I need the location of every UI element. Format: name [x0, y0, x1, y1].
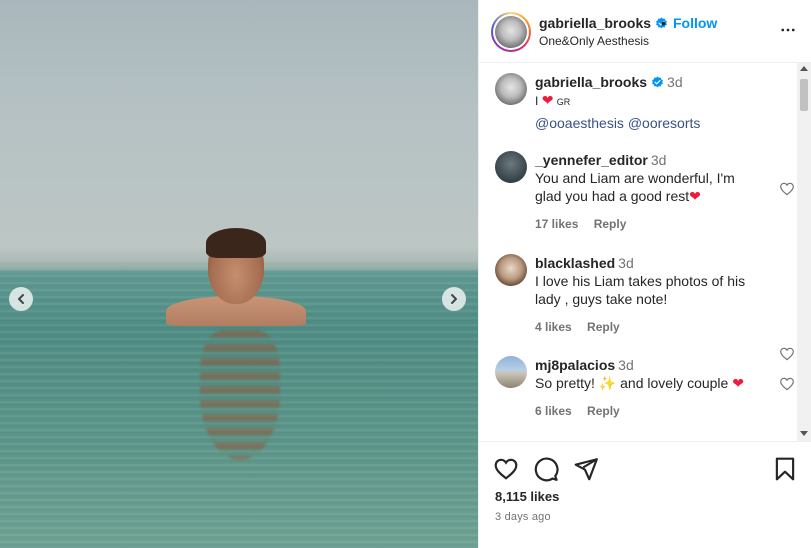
post-side-panel: gabriella_brooks • Follow One&Only Aesth…	[478, 0, 811, 548]
header-username[interactable]: gabriella_brooks	[539, 15, 668, 31]
comment-body: blacklashed 3d I love his Liam takes phot…	[535, 254, 755, 336]
scroll-up-arrow-icon[interactable]	[800, 66, 808, 71]
comment-meta: 4 likes Reply	[535, 318, 755, 336]
reply-button[interactable]: Reply	[587, 404, 620, 418]
scrollbar-thumb[interactable]	[800, 79, 808, 111]
caption-mentions: @ooaesthesis @ooresorts	[535, 114, 755, 132]
comment-text-suffix: and lovely couple	[620, 375, 729, 391]
avatar	[495, 16, 527, 48]
username-text[interactable]: gabriella_brooks	[539, 15, 651, 31]
post-header: gabriella_brooks • Follow One&Only Aesth…	[479, 0, 811, 63]
chevron-left-icon	[18, 294, 24, 304]
heart-icon[interactable]	[779, 376, 795, 392]
caption-body: gabriella_brooks 3d I ❤ GR @ooaesthesis @…	[535, 73, 755, 132]
next-photo-button[interactable]	[442, 287, 466, 311]
person-hair	[206, 228, 266, 258]
comment-username[interactable]: mj8palacios	[535, 357, 615, 373]
caption-time: 3d	[667, 74, 683, 90]
mention-link[interactable]: @ooaesthesis	[535, 115, 624, 131]
comment-time: 3d	[618, 357, 634, 373]
scroll-down-arrow-icon[interactable]	[800, 431, 808, 436]
comment-text: I love his Liam takes photos of his lady…	[535, 273, 746, 307]
share-icon[interactable]	[573, 456, 599, 482]
reply-button[interactable]: Reply	[587, 320, 620, 334]
comment-time: 3d	[650, 152, 667, 168]
comment-username[interactable]: blacklashed	[535, 255, 615, 271]
location-link[interactable]: One&Only Aesthesis	[539, 34, 649, 48]
red-heart-emoji-icon: ❤	[689, 188, 701, 204]
bookmark-icon[interactable]	[772, 456, 798, 482]
comment-time: 3d	[618, 255, 634, 271]
more-icon[interactable]	[779, 21, 797, 39]
mention-link[interactable]: @ooresorts	[628, 115, 701, 131]
follow-button[interactable]: Follow	[673, 15, 717, 31]
header-avatar[interactable]	[491, 12, 531, 52]
separator-dot: •	[661, 15, 666, 31]
comment-likes[interactable]: 6 likes	[535, 404, 572, 418]
avatar[interactable]	[495, 356, 527, 388]
comment-item: blacklashed 3d I love his Liam takes phot…	[495, 254, 795, 361]
comment-body: mj8palacios 3d So pretty! ✨ and lovely co…	[535, 356, 755, 420]
avatar[interactable]	[495, 254, 527, 286]
heart-icon[interactable]	[493, 456, 519, 482]
caption: gabriella_brooks 3d I ❤ GR @ooaesthesis @…	[495, 73, 795, 133]
comment-meta: 6 likes Reply	[535, 402, 755, 420]
chevron-right-icon	[451, 294, 457, 304]
person-reflection	[200, 330, 280, 460]
comment-item: _yennefer_editor 3d You and Liam are wond…	[495, 151, 795, 241]
comment-text-content: You and Liam are wonderful, I'm glad you…	[535, 170, 735, 204]
comment-likes[interactable]: 17 likes	[535, 217, 578, 231]
comment-likes[interactable]: 4 likes	[535, 320, 572, 334]
heart-icon[interactable]	[779, 181, 795, 197]
likes-count[interactable]: 8,115 likes	[495, 489, 559, 504]
comments-scrollbar[interactable]	[797, 63, 811, 441]
caption-username[interactable]: gabriella_brooks	[535, 74, 647, 90]
post-actions: 8,115 likes 3 days ago	[479, 441, 811, 548]
caption-text-prefix: I	[535, 94, 539, 108]
post-photo	[0, 0, 478, 548]
comment-text-prefix: So pretty!	[535, 375, 595, 391]
caption-text: I ❤ GR	[535, 91, 755, 111]
avatar[interactable]	[495, 151, 527, 183]
comment-body: _yennefer_editor 3d You and Liam are wond…	[535, 151, 755, 233]
comment-item: mj8palacios 3d So pretty! ✨ and lovely co…	[495, 356, 795, 436]
previous-photo-button[interactable]	[9, 287, 33, 311]
red-heart-emoji-icon: ❤	[732, 375, 744, 391]
comments-list[interactable]: gabriella_brooks 3d I ❤ GR @ooaesthesis @…	[479, 63, 811, 441]
red-heart-emoji-icon: ❤	[541, 92, 554, 108]
comment-text: So pretty! ✨ and lovely couple ❤	[535, 374, 755, 392]
comment-text: You and Liam are wonderful, I'm glad you…	[535, 169, 755, 205]
comment-meta: 17 likes Reply	[535, 215, 755, 233]
sparkles-emoji-icon: ✨	[598, 375, 617, 391]
comment-icon[interactable]	[533, 456, 559, 482]
comment-username[interactable]: _yennefer_editor	[535, 152, 648, 168]
caption-text-suffix: GR	[556, 97, 571, 107]
avatar[interactable]	[495, 73, 527, 105]
post-timestamp[interactable]: 3 days ago	[495, 511, 551, 523]
reply-button[interactable]: Reply	[594, 217, 627, 231]
verified-badge-icon	[652, 76, 663, 88]
